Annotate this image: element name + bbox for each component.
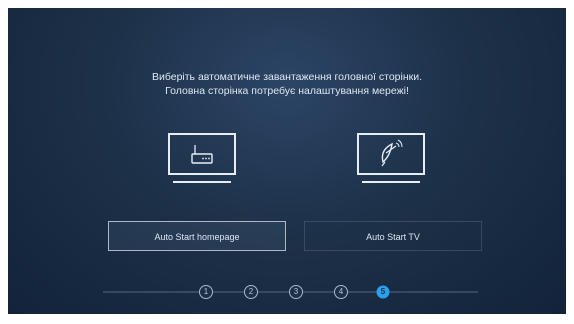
step-1-label: 1 [203, 287, 209, 296]
instruction-text: Виберіть автоматичне завантаження головн… [8, 70, 566, 98]
tv-satellite-icon [356, 132, 426, 188]
tv-router-icon [167, 132, 237, 188]
step-5-label: 5 [380, 287, 386, 296]
step-2-label: 2 [248, 287, 254, 296]
instruction-line-1: Виберіть автоматичне завантаження головн… [151, 71, 423, 83]
instruction-line-2: Головна сторінка потребує налаштування м… [165, 85, 409, 97]
step-4-label: 4 [338, 287, 344, 296]
setup-screen: Виберіть автоматичне завантаження головн… [8, 8, 566, 314]
auto-start-tv-button[interactable]: Auto Start TV [304, 221, 482, 251]
auto-start-homepage-button[interactable]: Auto Start homepage [108, 221, 286, 251]
step-3-label: 3 [293, 287, 299, 296]
setup-progress [8, 280, 566, 304]
